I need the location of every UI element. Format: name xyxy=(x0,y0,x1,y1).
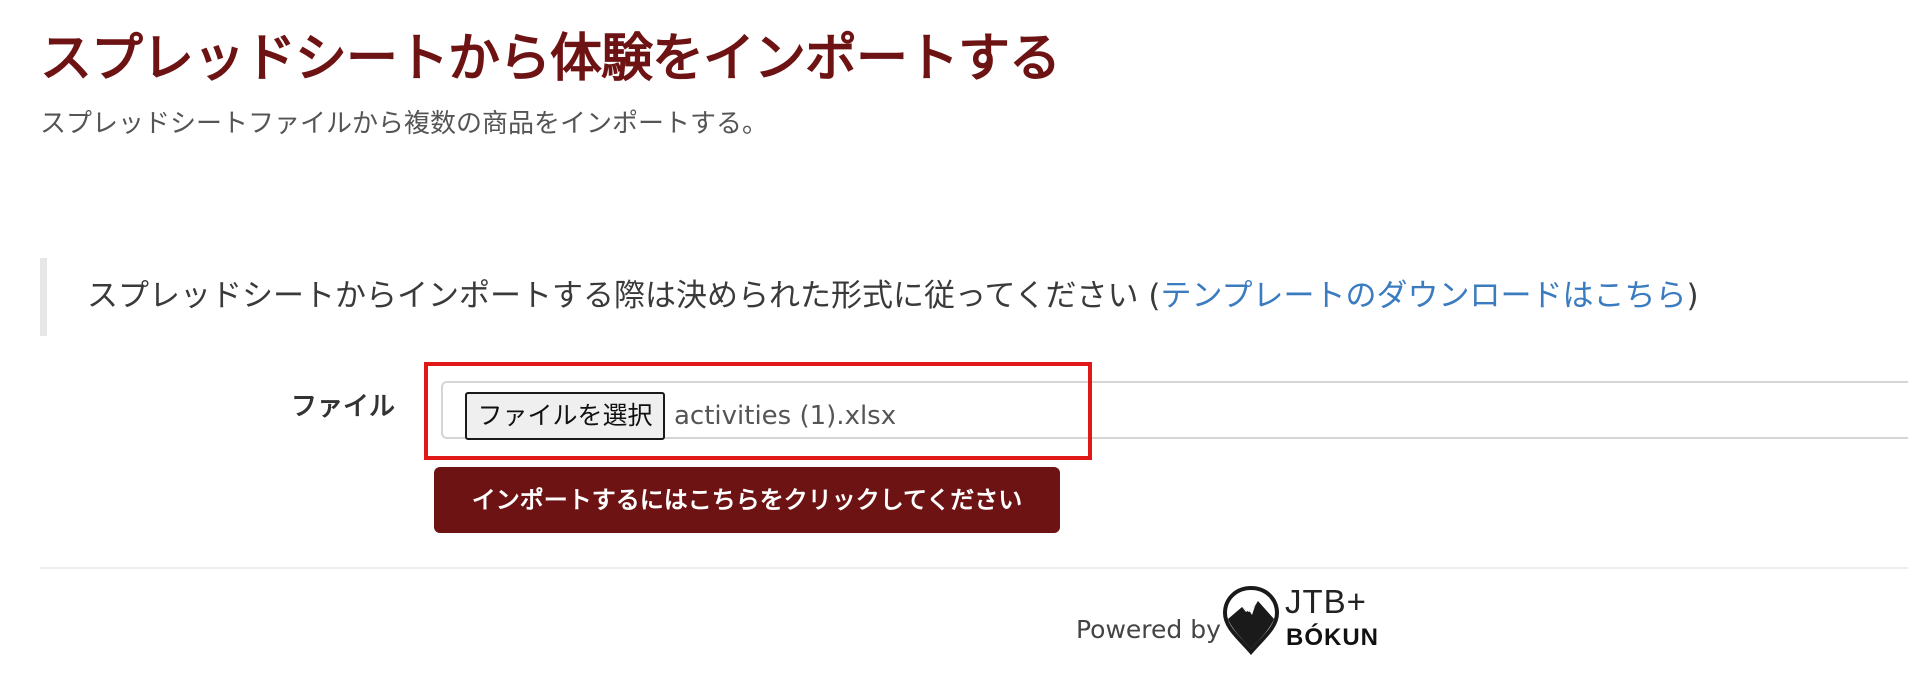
powered-by-text: Powered by xyxy=(1076,615,1221,644)
format-notice-text: スプレッドシートからインポートする際は決められた形式に従ってください (テンプレ… xyxy=(87,274,1699,318)
choose-file-button[interactable]: ファイルを選択 xyxy=(465,392,665,440)
footer-divider xyxy=(40,567,1908,569)
import-submit-button[interactable]: インポートするにはこちらをクリックしてください xyxy=(434,467,1060,533)
notice-text-before: スプレッドシートからインポートする際は決められた形式に従ってください ( xyxy=(87,278,1161,314)
format-notice: スプレッドシートからインポートする際は決められた形式に従ってください (テンプレ… xyxy=(40,258,1900,336)
brand-name-bokun: BÓKUN xyxy=(1286,624,1379,651)
page-subtitle: スプレッドシートファイルから複数の商品をインポートする。 xyxy=(40,109,769,139)
selected-file-name: activities (1).xlsx xyxy=(674,401,897,431)
file-label: ファイル xyxy=(291,392,396,422)
mountain-pin-logo-icon xyxy=(1222,585,1280,655)
brand-name-jtb: JTB+ xyxy=(1285,583,1367,620)
template-download-link[interactable]: テンプレートのダウンロードはこちら xyxy=(1160,278,1686,314)
notice-text-after: ) xyxy=(1686,278,1699,314)
page-title: スプレッドシートから体験をインポートする xyxy=(40,29,1061,89)
